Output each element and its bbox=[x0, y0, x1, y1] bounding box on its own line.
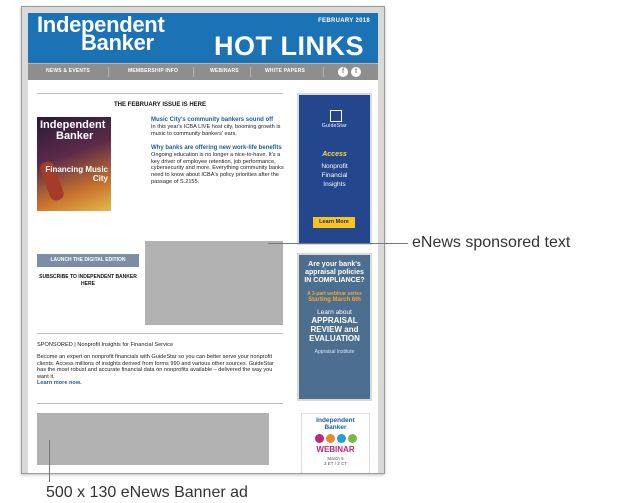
guidestar-logo-icon bbox=[330, 110, 342, 122]
brand-logo[interactable]: Independent Banker bbox=[37, 14, 165, 54]
sponsored-heading: SPONSORED | Nonprofit Insights for Finan… bbox=[37, 342, 174, 348]
newsletter-frame: Independent Banker FEBRUARY 2018 HOT LIN… bbox=[21, 6, 385, 474]
facebook-icon[interactable]: f bbox=[338, 67, 348, 77]
ad-start-date: Starting March 6th bbox=[308, 297, 361, 303]
ad-topic-line-3: EVALUATION bbox=[309, 334, 360, 343]
twitter-icon[interactable]: t bbox=[351, 67, 361, 77]
webinar-brand-line-1: Independent bbox=[316, 417, 355, 424]
subscribe-link[interactable]: SUBSCRIBE TO INDEPENDENT BANKER HERE bbox=[37, 274, 139, 288]
cover-title: Independent Banker bbox=[40, 120, 105, 142]
webinar-time-text: 3 ET / 2 CT bbox=[324, 461, 347, 466]
guidestar-logo: GuideStar bbox=[321, 123, 348, 129]
hot-links-title: HOT LINKS bbox=[214, 31, 364, 61]
article-list: Music City's community bankers sound off… bbox=[151, 117, 287, 193]
article-item: Why banks are offering new work-life ben… bbox=[151, 145, 287, 185]
nav-item-white-papers[interactable]: WHITE PAPERS bbox=[265, 68, 305, 74]
appraisal-webinar-ad[interactable]: Are your bank's appraisal policies IN CO… bbox=[297, 253, 372, 401]
launch-digital-edition-button[interactable]: LAUNCH THE DIGITAL EDITION bbox=[37, 254, 139, 267]
sponsored-text-callout-line bbox=[268, 243, 408, 244]
newsletter-header: Independent Banker FEBRUARY 2018 HOT LIN… bbox=[28, 13, 378, 63]
webinar-circle-icon bbox=[314, 434, 324, 443]
nav-item-webinars[interactable]: WEBINARS bbox=[210, 68, 239, 74]
webinar-icons bbox=[302, 434, 369, 443]
divider bbox=[37, 403, 283, 404]
ad-topic-line-2: REVIEW and bbox=[310, 325, 359, 334]
sponsored-section: SPONSORED | Nonprofit Insights for Finan… bbox=[37, 333, 283, 387]
sponsored-text-placeholder bbox=[145, 241, 283, 325]
issue-heading: THE FEBRUARY ISSUE IS HERE bbox=[37, 93, 283, 108]
sponsored-body: Become an expert on nonprofit financials… bbox=[37, 354, 283, 387]
appraisal-institute-logo: Appraisal Institute bbox=[314, 349, 355, 355]
article-summary: In this year's ICBA LIVE host city, boom… bbox=[151, 124, 281, 137]
ad-question-line-2: appraisal policies bbox=[305, 269, 364, 276]
ad-body-text: Nonprofit Financial Insights bbox=[299, 162, 370, 189]
article-summary: Ongoing education is no longer a nice-to… bbox=[151, 152, 284, 185]
nav-divider bbox=[250, 67, 251, 77]
webinar-circle-icon bbox=[347, 434, 357, 443]
webinar-brand-line-2: Banker bbox=[324, 424, 347, 431]
banner-ad-callout-label: 500 x 130 eNews Banner ad bbox=[46, 484, 248, 501]
nav-item-news-events[interactable]: NEWS & EVENTS bbox=[46, 68, 90, 74]
guidestar-ad[interactable]: GuideStar Access Nonprofit Financial Ins… bbox=[297, 93, 372, 245]
nav-divider bbox=[193, 67, 194, 77]
webinar-date: March 6 3 ET / 2 CT bbox=[302, 456, 369, 466]
banner-ad-placeholder bbox=[37, 413, 269, 465]
webinar-circle-icon bbox=[336, 434, 346, 443]
issue-date: FEBRUARY 2018 bbox=[318, 18, 370, 24]
ad-learn-about: Learn about bbox=[317, 309, 352, 316]
ad-topic-line-1: APPRAISAL bbox=[311, 316, 358, 325]
ad-line: Nonprofit bbox=[321, 163, 348, 170]
ad-question-line-3: IN COMPLIANCE? bbox=[304, 277, 365, 284]
article-item: Music City's community bankers sound off… bbox=[151, 117, 287, 137]
ad-line: Insights bbox=[323, 181, 346, 188]
webinar-ad-brand: Independent Banker bbox=[302, 417, 369, 431]
cover-title-line-2: Banker bbox=[56, 130, 94, 142]
webinar-ad[interactable]: Independent Banker WEBINAR March 6 3 ET … bbox=[301, 413, 370, 473]
magazine-cover-image[interactable]: Independent Banker Financing Music City bbox=[37, 117, 111, 211]
sponsored-text: Become an expert on nonprofit financials… bbox=[37, 354, 274, 380]
nav-item-membership-info[interactable]: MEMBERSHIP INFO bbox=[128, 68, 178, 74]
sponsored-text-callout-label: eNews sponsored text bbox=[412, 234, 571, 251]
article-title-link[interactable]: Why banks are offering new work-life ben… bbox=[151, 145, 287, 152]
ad-line: Financial bbox=[321, 172, 348, 179]
nav-bar: NEWS & EVENTS MEMBERSHIP INFO WEBINARS W… bbox=[28, 63, 378, 80]
learn-more-link[interactable]: Learn more now. bbox=[37, 380, 283, 387]
webinar-label: WEBINAR bbox=[316, 445, 355, 454]
webinar-circle-icon bbox=[325, 434, 335, 443]
article-title-link[interactable]: Music City's community bankers sound off bbox=[151, 117, 287, 124]
cover-feature-text: Financing Music City bbox=[45, 165, 108, 183]
ad-access-text: Access bbox=[322, 151, 347, 158]
ad-question-line-1: Are your bank's bbox=[308, 261, 361, 268]
banner-ad-callout-line bbox=[49, 440, 50, 482]
learn-more-button[interactable]: Learn More bbox=[313, 217, 355, 228]
main-column: THE FEBRUARY ISSUE IS HERE Independent B… bbox=[37, 93, 289, 473]
nav-divider bbox=[323, 67, 324, 77]
nav-divider bbox=[108, 67, 109, 77]
